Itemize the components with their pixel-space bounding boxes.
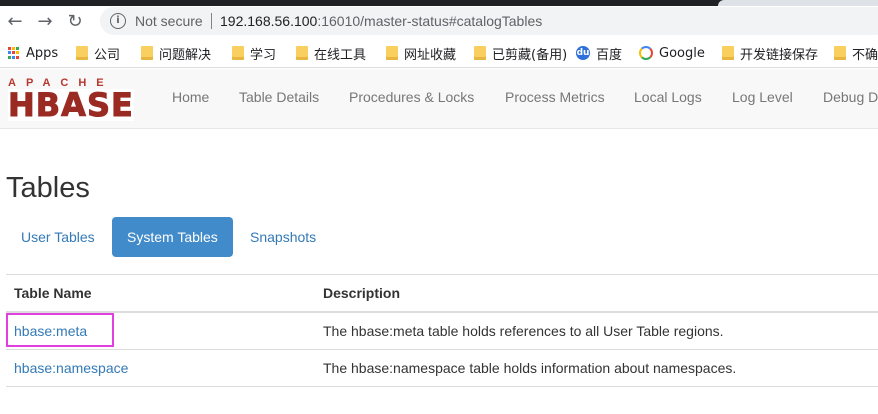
bookmark-label: 学习	[250, 47, 277, 63]
table-description-cell: The hbase:namespace table holds informat…	[323, 360, 737, 376]
hbase-navbar: APACHE HBASE Home Table Details Procedur…	[0, 69, 878, 129]
bookmark-dev-links[interactable]: 开发链接保存	[722, 45, 819, 63]
table-header-row: Table Name Description	[6, 275, 878, 313]
bookmark-label: 已剪藏(备用)	[492, 47, 568, 63]
bookmark-label: 不确	[852, 47, 878, 63]
bookmark-clipped[interactable]: 已剪藏(备用)	[474, 45, 568, 63]
bookmark-study[interactable]: 学习	[232, 45, 277, 63]
bookmark-label: 百度	[596, 47, 623, 63]
bookmark-uncertain[interactable]: 不确	[834, 45, 878, 63]
url-host: 192.168.56.100	[220, 13, 318, 29]
tab-user-tables[interactable]: User Tables	[6, 217, 110, 257]
folder-icon	[386, 46, 398, 60]
forward-arrow-icon[interactable]: →	[34, 10, 56, 32]
bookmark-label: 在线工具	[314, 47, 367, 63]
bookmark-url-favorites[interactable]: 网址收藏	[386, 45, 457, 63]
bookmark-problem-solving[interactable]: 问题解决	[141, 45, 212, 63]
bookmark-label: Google	[659, 45, 705, 61]
bookmark-apps[interactable]: Apps	[8, 45, 58, 61]
nav-local-logs[interactable]: Local Logs	[634, 89, 702, 105]
folder-icon	[296, 46, 308, 60]
apps-grid-icon	[8, 47, 20, 59]
nav-log-level[interactable]: Log Level	[732, 89, 793, 105]
table-row: hbase:namespace The hbase:namespace tabl…	[6, 350, 878, 387]
hbase-logo[interactable]: APACHE HBASE	[8, 77, 144, 124]
bookmark-label: 网址收藏	[404, 47, 457, 63]
highlight-box	[6, 313, 114, 347]
nav-process-metrics[interactable]: Process Metrics	[505, 89, 605, 105]
address-bar[interactable]: i Not secure 192.168.56.100:16010/master…	[100, 7, 878, 35]
folder-icon	[834, 46, 846, 60]
reload-icon[interactable]: ↻	[64, 10, 86, 32]
nav-home[interactable]: Home	[172, 89, 209, 105]
google-icon	[639, 46, 653, 60]
nav-debug-dump[interactable]: Debug D	[823, 89, 878, 105]
bookmark-label: 公司	[94, 47, 121, 63]
folder-icon	[76, 46, 88, 60]
security-label[interactable]: Not secure	[135, 13, 203, 29]
tab-system-tables[interactable]: System Tables	[112, 217, 233, 257]
url-path: :16010/master-status#catalogTables	[317, 13, 543, 29]
tab-snapshots[interactable]: Snapshots	[235, 217, 331, 257]
folder-icon	[722, 46, 734, 60]
table-name-link[interactable]: hbase:namespace	[14, 360, 128, 376]
table-row: hbase:meta The hbase:meta table holds re…	[6, 313, 878, 350]
bookmark-google[interactable]: Google	[639, 45, 705, 61]
url-text[interactable]: 192.168.56.100:16010/master-status#catal…	[220, 13, 542, 29]
bookmark-label: 开发链接保存	[740, 47, 819, 63]
column-header-description: Description	[323, 285, 401, 301]
bookmark-label: Apps	[26, 45, 59, 61]
logo-hbase-wordmark: HBASE	[8, 86, 134, 124]
folder-icon	[232, 46, 244, 60]
baidu-icon: du	[576, 46, 590, 60]
back-arrow-icon[interactable]: ←	[4, 10, 26, 32]
bookmark-online-tools[interactable]: 在线工具	[296, 45, 367, 63]
table-name-cell: hbase:namespace	[14, 350, 128, 386]
table-description-cell: The hbase:meta table holds references to…	[323, 323, 724, 339]
folder-icon	[141, 46, 153, 60]
system-tables-table: Table Name Description hbase:meta The hb…	[6, 274, 878, 387]
folder-icon	[474, 46, 486, 60]
bookmark-label: 问题解决	[159, 47, 212, 63]
nav-table-details[interactable]: Table Details	[239, 89, 319, 105]
bookmarks-bar: Apps 公司 问题解决 学习 在线工具 网址收藏 已剪藏(备用) du 百度 …	[0, 37, 878, 68]
column-header-table-name: Table Name	[14, 285, 92, 301]
address-separator	[211, 13, 212, 29]
nav-procedures-locks[interactable]: Procedures & Locks	[349, 89, 474, 105]
bookmark-company[interactable]: 公司	[76, 45, 121, 63]
page-title: Tables	[6, 172, 90, 204]
logo-hbase-text: HBASE	[8, 86, 134, 124]
bookmark-baidu[interactable]: du 百度	[576, 45, 623, 63]
info-icon[interactable]: i	[110, 13, 126, 29]
browser-toolbar: ← → ↻ i Not secure 192.168.56.100:16010/…	[0, 6, 878, 36]
